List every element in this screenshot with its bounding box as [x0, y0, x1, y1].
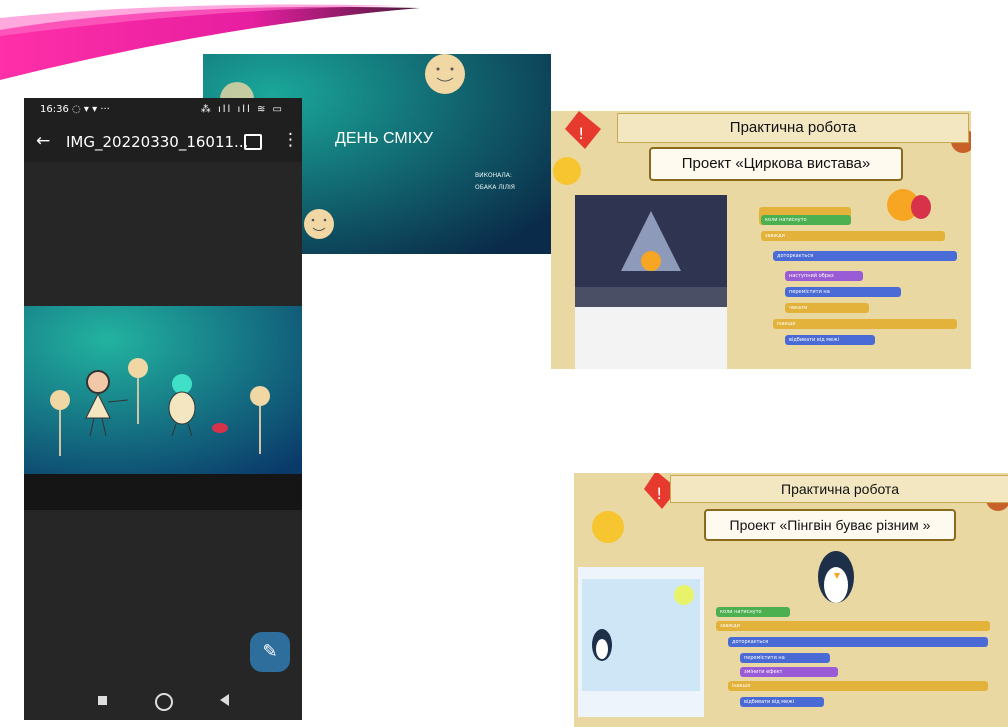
block-when-clicked: коли натиснуто — [716, 607, 790, 617]
block-move-steps: перемістити на — [740, 653, 830, 663]
penguin-slide-header: Практична робота — [670, 475, 1008, 503]
more-vert-icon[interactable]: ⋮ — [282, 130, 299, 150]
block-next-costume: наступний образ — [785, 271, 863, 281]
block-else: інакше — [728, 681, 988, 691]
status-signal-icons: ⁂ ıll ıll ≋ ▭ — [200, 104, 284, 115]
cast-icon[interactable] — [244, 134, 262, 150]
block-bounce: відбивати від межі — [785, 335, 875, 345]
nav-back-icon[interactable] — [220, 694, 229, 706]
slide-title: ДЕНЬ СМІХУ — [335, 130, 433, 147]
svg-text:!: ! — [578, 124, 584, 143]
slide-penguin-thumbnail[interactable]: ! Практична робота Проект «Пінгвін буває… — [574, 473, 1008, 727]
svg-text:!: ! — [656, 484, 662, 503]
photo-content — [24, 306, 302, 510]
photo-viewer-toolbar: ← IMG_20220330_16011... ⋮ — [24, 122, 302, 162]
block-change-effect: змінити ефект — [740, 667, 838, 677]
block-forever: завжди — [716, 621, 990, 631]
status-time: 16:36 ◌ ▾ ▾ ··· — [40, 104, 110, 115]
nav-home-icon[interactable] — [155, 693, 173, 711]
block-if-touching: доторкається — [728, 637, 988, 647]
block-forever: завжди — [761, 231, 945, 241]
block-wait: чекати — [785, 303, 869, 313]
block-else: інакше — [773, 319, 957, 329]
photo-file-name: IMG_20220330_16011... — [66, 133, 249, 151]
block-move-steps: перемістити на — [785, 287, 901, 297]
circus-slide-header: Практична робота — [617, 113, 969, 143]
photo-drawing — [24, 306, 302, 510]
slide-author-name: ОБАКА ЛІЛІЯ — [475, 184, 515, 191]
block-bounce: відбивати від межі — [740, 697, 824, 707]
pencil-edit-icon[interactable]: ✎ — [250, 632, 290, 672]
phone-status-bar: 16:36 ◌ ▾ ▾ ··· ⁂ ıll ıll ≋ ▭ — [24, 98, 302, 122]
slide-circus-thumbnail[interactable]: ! Практична робота Проект «Циркова виста… — [551, 111, 971, 369]
phone-gallery-screenshot: 16:36 ◌ ▾ ▾ ··· ⁂ ıll ıll ≋ ▭ ← IMG_2022… — [24, 98, 302, 720]
arrow-left-icon[interactable]: ← — [36, 131, 50, 151]
penguin-project-title: Проект «Пінгвін буває різним » — [704, 509, 956, 541]
nav-square-icon[interactable] — [98, 696, 107, 705]
block-when-clicked: коли натиснуто — [761, 215, 851, 225]
slide-author-label: ВИКОНАЛА: — [475, 172, 512, 179]
phone-nav-bar — [24, 682, 302, 720]
block-if-touching: доторкається — [773, 251, 957, 261]
circus-project-title: Проект «Циркова вистава» — [649, 147, 903, 181]
